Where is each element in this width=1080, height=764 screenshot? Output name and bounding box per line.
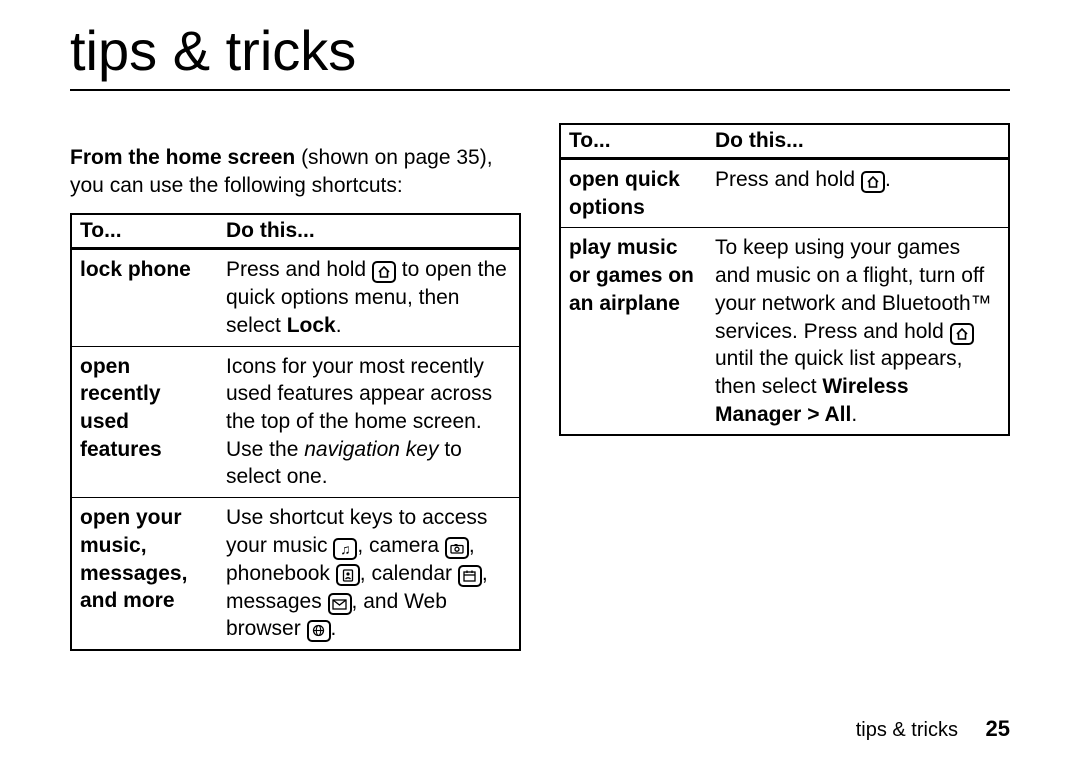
left-column: From the home screen (shown on page 35),… [70,123,521,651]
page-number: 25 [986,716,1010,741]
home-icon [950,323,974,345]
tips-table-right: To... Do this... open quick options Pres… [559,123,1010,436]
text: , camera [357,534,445,557]
table-header-row: To... Do this... [560,124,1009,159]
calendar-icon [458,565,482,587]
cell-do: Use shortcut keys to access your music ♫… [218,498,520,650]
intro-bold: From the home screen [70,146,295,169]
bold-text: Lock [287,314,336,337]
text: . [885,168,891,191]
table-row: open your music, messages, and more Use … [71,498,520,650]
table-header-row: To... Do this... [71,214,520,249]
home-icon [372,261,396,283]
manual-page: tips & tricks From the home screen (show… [0,0,1080,764]
header-do: Do this... [707,124,1009,159]
phonebook-icon [336,564,360,586]
web-icon [307,620,331,642]
text: . [851,403,857,426]
text: , calendar [360,562,458,585]
cell-do: Icons for your most recently used featur… [218,346,520,498]
header-to: To... [71,214,218,249]
tips-table-left: To... Do this... lock phone Press and ho… [70,213,521,651]
table-row: open recently used features Icons for yo… [71,346,520,498]
cell-to: lock phone [71,249,218,346]
cell-to: open recently used features [71,346,218,498]
cell-do: To keep using your games and music on a … [707,228,1009,436]
table-row: play music or games on an airplane To ke… [560,228,1009,436]
page-title: tips & tricks [70,18,1010,83]
text: Press and hold [226,258,372,281]
cell-to: play music or games on an airplane [560,228,707,436]
camera-icon [445,537,469,559]
italic-text: navigation key [304,438,438,461]
text: Press and hold [715,168,861,191]
text: . [336,314,342,337]
header-do: Do this... [218,214,520,249]
cell-to: open your music, messages, and more [71,498,218,650]
intro-text: From the home screen (shown on page 35),… [70,144,521,199]
header-to: To... [560,124,707,159]
home-icon [861,171,885,193]
cell-to: open quick options [560,159,707,228]
table-row: lock phone Press and hold to open the qu… [71,249,520,346]
table-row: open quick options Press and hold . [560,159,1009,228]
content-columns: From the home screen (shown on page 35),… [70,123,1010,651]
title-rule [70,89,1010,91]
page-footer: tips & tricks 25 [856,716,1010,742]
cell-do: Press and hold . [707,159,1009,228]
messages-icon [328,593,352,615]
right-column: To... Do this... open quick options Pres… [559,123,1010,651]
footer-label: tips & tricks [856,719,958,741]
cell-do: Press and hold to open the quick options… [218,249,520,346]
text: . [331,617,337,640]
music-icon: ♫ [333,538,357,560]
